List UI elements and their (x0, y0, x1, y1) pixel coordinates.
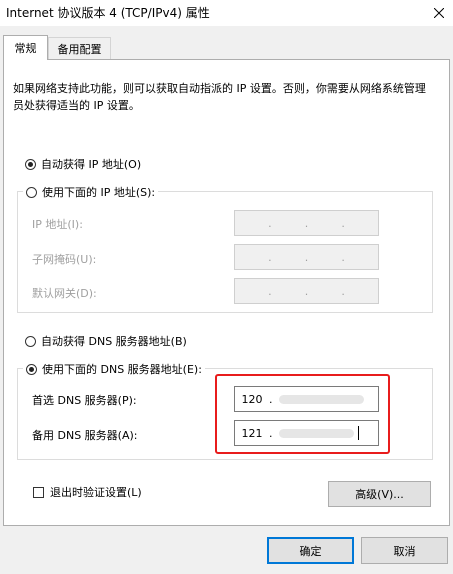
validate-settings-checkbox[interactable]: 退出时验证设置(L) (33, 484, 142, 500)
radio-manual-dns[interactable]: 使用下面的 DNS 服务器地址(E): (23, 361, 205, 377)
radio-button-icon (26, 186, 37, 198)
radio-button-selected-icon (26, 363, 37, 375)
subnet-mask-label: 子网掩码(U): (32, 253, 97, 266)
tab-general[interactable]: 常规 (3, 35, 48, 60)
tab-alternate-config[interactable]: 备用配置 (48, 37, 111, 59)
subnet-mask-input: ... (234, 244, 379, 270)
title-bar: Internet 协议版本 4 (TCP/IPv4) 属性 (0, 0, 453, 26)
radio-auto-dns[interactable]: 自动获得 DNS 服务器地址(B) (25, 333, 187, 349)
validate-settings-label: 退出时验证设置(L) (50, 486, 142, 499)
cancel-button[interactable]: 取消 (361, 537, 448, 564)
ip-address-label: IP 地址(I): (32, 218, 83, 231)
preferred-dns-label: 首选 DNS 服务器(P): (32, 394, 137, 407)
advanced-button[interactable]: 高级(V)... (328, 481, 431, 507)
checkbox-icon (33, 486, 44, 498)
radio-button-icon (25, 335, 36, 347)
radio-manual-ip-label: 使用下面的 IP 地址(S): (42, 186, 156, 199)
default-gateway-input: ... (234, 278, 379, 304)
description-text: 如果网络支持此功能，则可以获取自动指派的 IP 设置。否则，你需要从网络系统管理… (13, 82, 426, 112)
alternate-dns-label: 备用 DNS 服务器(A): (32, 429, 138, 442)
radio-manual-dns-label: 使用下面的 DNS 服务器地址(E): (42, 363, 202, 376)
radio-button-selected-icon (25, 158, 36, 170)
ip-address-input: ... (234, 210, 379, 236)
window-title: Internet 协议版本 4 (TCP/IPv4) 属性 (6, 6, 210, 20)
radio-auto-ip[interactable]: 自动获得 IP 地址(O) (25, 156, 141, 172)
highlight-box (215, 374, 390, 454)
close-button[interactable] (425, 0, 453, 26)
radio-manual-ip[interactable]: 使用下面的 IP 地址(S): (23, 184, 159, 200)
default-gateway-label: 默认网关(D): (32, 287, 97, 300)
radio-auto-ip-label: 自动获得 IP 地址(O) (41, 158, 142, 171)
ok-button[interactable]: 确定 (267, 537, 354, 564)
radio-auto-dns-label: 自动获得 DNS 服务器地址(B) (41, 335, 187, 348)
close-icon (434, 8, 444, 18)
